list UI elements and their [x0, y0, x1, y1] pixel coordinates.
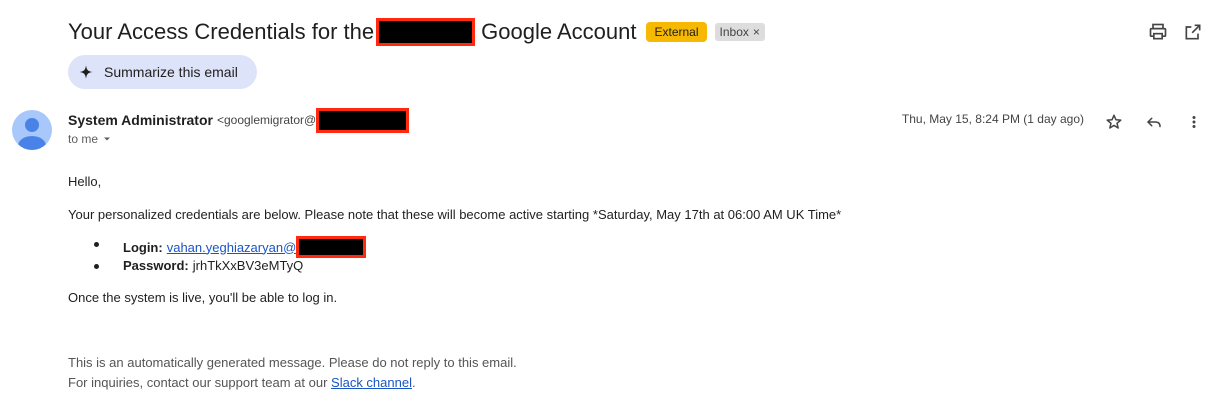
email-subject-suffix: Google Account [481, 19, 637, 44]
email-date: Thu, May 15, 8:24 PM (1 day ago) [901, 112, 1084, 126]
open-in-new-window-button[interactable] [1181, 20, 1205, 44]
sparkle-icon [79, 65, 93, 79]
bullet-dot [94, 264, 99, 269]
print-button[interactable] [1146, 20, 1170, 44]
redacted-sender-domain [316, 107, 410, 133]
footer-line-2: For inquiries, contact our support team … [68, 375, 416, 390]
password-list-item: Password: jrhTkXxBV3eMTyQ [94, 258, 304, 273]
login-email-link[interactable]: vahan.yeghiazaryan@ [167, 240, 297, 255]
sender-email: <googlemigrator@ [216, 113, 317, 127]
more-options-button[interactable] [1182, 110, 1206, 134]
reply-icon [1147, 117, 1161, 128]
recipients-toggle[interactable]: to me [68, 132, 112, 146]
summarize-email-button[interactable]: Summarize this email [68, 55, 257, 89]
open-in-new-window-icon [1185, 24, 1201, 40]
login-label: Login: [123, 239, 163, 255]
footer-line-2-prefix: For inquiries, contact our support team … [68, 375, 328, 390]
summarize-label: Summarize this email [104, 64, 238, 80]
sender-row: System Administrator <googlemigrator@ [68, 107, 410, 133]
avatar-person-icon [18, 118, 46, 150]
footer-line-1: This is an automatically generated messa… [68, 355, 517, 370]
subject-row: Your Access Credentials for the Google A… [68, 16, 765, 48]
intro-paragraph: Your personalized credentials are below.… [68, 207, 842, 222]
star-button[interactable] [1102, 110, 1126, 134]
inbox-label-text: Inbox [719, 25, 749, 39]
chevron-down-icon [104, 137, 111, 141]
slack-channel-link[interactable]: Slack channel [331, 375, 412, 390]
reply-button[interactable] [1142, 110, 1166, 134]
print-icon [1149, 23, 1167, 40]
greeting: Hello, [68, 174, 102, 189]
star-icon [1106, 114, 1122, 129]
footer-line-2-suffix: . [411, 375, 416, 390]
inbox-label-chip[interactable]: Inbox × [714, 23, 765, 41]
redacted-account-name [376, 18, 476, 46]
recipients-label: to me [68, 132, 99, 146]
sender-avatar[interactable] [12, 110, 52, 150]
redacted-login-domain [296, 236, 367, 258]
remove-label-icon[interactable]: × [753, 25, 760, 39]
login-list-item: Login: vahan.yeghiazaryan@ [94, 236, 367, 258]
bullet-dot [94, 242, 99, 247]
external-badge: External [646, 22, 707, 42]
password-label: Password: [123, 258, 189, 273]
email-view: Your Access Credentials for the Google A… [0, 0, 1218, 420]
more-vert-icon [1192, 116, 1196, 128]
sender-name[interactable]: System Administrator [68, 112, 213, 128]
email-subject-prefix: Your Access Credentials for the [68, 19, 375, 44]
outro-paragraph: Once the system is live, you'll be able … [68, 290, 338, 305]
password-value: jrhTkXxBV3eMTyQ [192, 258, 304, 273]
